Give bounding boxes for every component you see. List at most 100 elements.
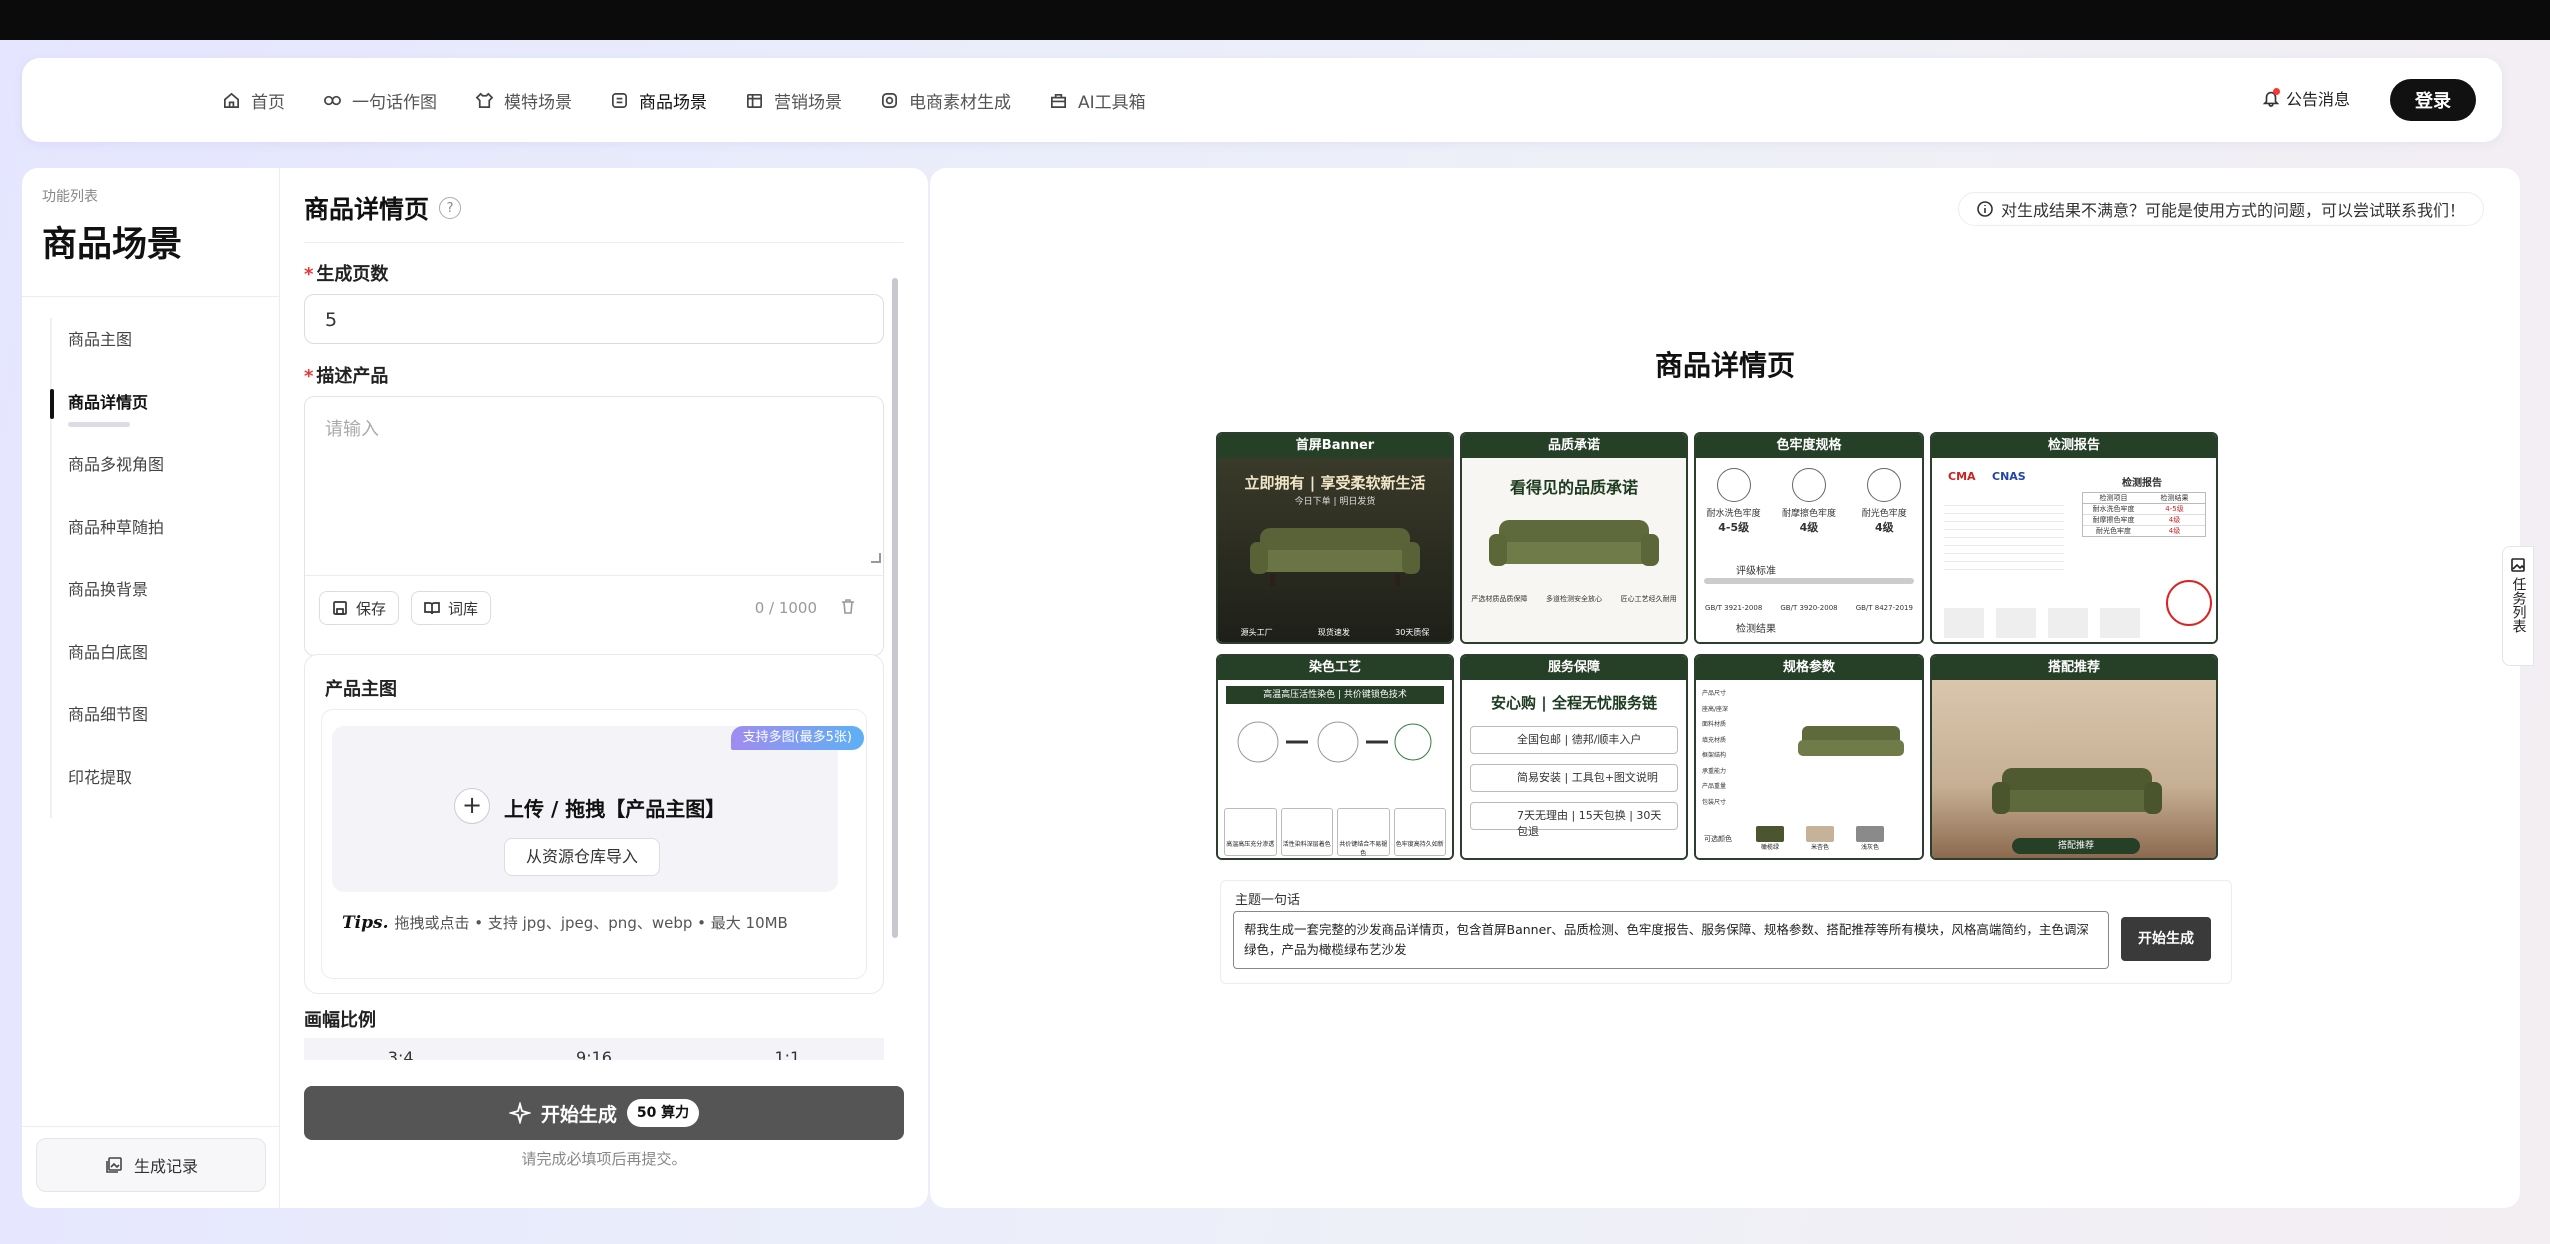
topic-label: 主题一句话 xyxy=(1235,893,1301,908)
result-label: 检测结果 xyxy=(1736,624,1776,635)
fastness-label: 耐水洗色牢度 xyxy=(1706,509,1761,519)
swatch-name: 米杏色 xyxy=(1810,844,1829,851)
required-mark: * xyxy=(304,264,314,285)
nav-item-ecommerce-material[interactable]: 电商素材生成 xyxy=(880,88,1011,113)
tile-image: 产品尺寸 座高/座深 面料材质 填充材质 框架结构 承重能力 产品重量 包装尺寸… xyxy=(1696,680,1922,858)
nav-item-model-scene[interactable]: 模特场景 xyxy=(475,88,572,113)
spec-item: 产品重量 xyxy=(1702,783,1727,790)
lexicon-button[interactable]: 词库 xyxy=(411,591,492,625)
swatch-chip xyxy=(1756,826,1784,842)
divider xyxy=(22,1126,280,1127)
sidebar-item-detail-page[interactable]: 商品详情页 xyxy=(50,381,270,444)
ratio-option[interactable]: 9:16 xyxy=(497,1038,690,1060)
spec-item: 产品尺寸 xyxy=(1702,690,1727,697)
report-cell: 耐水洗色牢度 xyxy=(2092,505,2135,513)
form-scrollbar[interactable] xyxy=(892,260,900,1060)
pages-input[interactable]: 5 xyxy=(304,294,884,344)
power-badge: 50 算力 xyxy=(626,1099,700,1127)
home-icon xyxy=(223,92,240,108)
report-col: 检测结果 xyxy=(2160,494,2189,502)
divider xyxy=(304,242,904,243)
report-text-block xyxy=(1944,498,2064,574)
sidebar-item-change-background[interactable]: 商品换背景 xyxy=(52,568,270,631)
ratio-option[interactable]: 1:1 xyxy=(691,1038,884,1060)
standard: GB/T 8427-2019 xyxy=(1855,604,1913,612)
task-list-tab[interactable]: 任务列表 xyxy=(2502,546,2534,666)
swatch: 米杏色 xyxy=(1806,826,1834,851)
fastness-grade: 4-5级 xyxy=(1718,521,1750,534)
molecule-image xyxy=(1237,721,1432,763)
detail-page-preview[interactable]: 首屏Banner 立即拥有 | 享受柔软新生活 今日下单 | 明日发货 源头工厂… xyxy=(1216,432,2232,860)
desc-textarea[interactable]: 请输入 保存 词库 0 / 1000 xyxy=(304,396,884,656)
sidebar-menu: 商品主图 商品详情页 商品多视角图 商品种草随拍 商品换背景 商品白底图 商品细… xyxy=(50,318,270,818)
rating-bar xyxy=(1704,578,1914,584)
nav-item-label: 首页 xyxy=(251,92,285,113)
topic-box: 主题一句话 帮我生成一套完整的沙发商品详情页，包含首屏Banner、品质检测、色… xyxy=(1220,880,2232,984)
main-image-card: 产品主图 支持多图(最多5张) + 上传 / 拖拽【产品主图】 从资源仓库导入 … xyxy=(304,654,884,994)
nav-item-one-sentence[interactable]: 一句话作图 xyxy=(323,88,437,113)
generate-button[interactable]: 开始生成 50 算力 xyxy=(304,1086,904,1140)
resize-handle[interactable] xyxy=(871,553,881,563)
fastness-grade: 4级 xyxy=(1874,521,1894,534)
import-from-library-button[interactable]: 从资源仓库导入 xyxy=(504,838,660,876)
save-button[interactable]: 保存 xyxy=(319,591,400,625)
sidebar-item-detail-shot[interactable]: 商品细节图 xyxy=(52,693,270,756)
topic-generate-button[interactable]: 开始生成 xyxy=(2121,917,2211,961)
sidebar-item-seeding-snapshot[interactable]: 商品种草随拍 xyxy=(52,506,270,569)
fastness-label: 耐摩擦色牢度 xyxy=(1781,509,1836,519)
scrollbar-thumb[interactable] xyxy=(892,278,898,938)
nav-item-label: 商品场景 xyxy=(639,92,707,113)
report-cell: 4级 xyxy=(2168,516,2181,524)
tile-tags: 源头工厂 现货速发 30天质保 xyxy=(1218,627,1452,638)
feedback-hint[interactable]: 对生成结果不满意？可能是使用方式的问题，可以尝试联系我们！ xyxy=(1957,192,2484,226)
desc-label-text: 描述产品 xyxy=(316,366,389,387)
logo[interactable] xyxy=(46,76,196,124)
desc-label: * 描述产品 xyxy=(304,362,388,388)
sidebar-item-multi-view[interactable]: 商品多视角图 xyxy=(52,443,270,506)
fastness-columns: 耐水洗色牢度 4-5级 耐摩擦色牢度 4级 耐光色牢度 4级 xyxy=(1696,468,1922,535)
preview-title: 商品详情页 xyxy=(1654,349,1795,382)
service-row: 全国包邮 | 德邦/顺丰入户 xyxy=(1470,726,1678,754)
notice-button[interactable]: 公告消息 xyxy=(2262,86,2350,110)
history-button[interactable]: 生成记录 xyxy=(36,1138,266,1192)
topic-textbox[interactable]: 帮我生成一套完整的沙发商品详情页，包含首屏Banner、品质检测、色牢度报告、服… xyxy=(1233,911,2109,969)
window-top-bar xyxy=(0,0,2550,40)
tile-image: 看得见的品质承诺 严选材质品质保障 多道检测安全放心 匠心工艺经久耐用 xyxy=(1462,458,1686,642)
settings-panel: 商品详情页 ? * 生成页数 5 * 描述产品 请输入 保存 词库 0 / 1000… xyxy=(280,168,928,1208)
nav-item-marketing-scene[interactable]: 营销场景 xyxy=(745,88,842,113)
toolbox-icon xyxy=(1050,93,1067,108)
spec-list: 产品尺寸 座高/座深 面料材质 填充材质 框架结构 承重能力 产品重量 包装尺寸 xyxy=(1702,686,1762,810)
trash-icon[interactable] xyxy=(839,597,857,615)
preview-tile-banner: 首屏Banner 立即拥有 | 享受柔软新生活 今日下单 | 明日发货 源头工厂… xyxy=(1216,432,1454,644)
nav-item-label: AI工具箱 xyxy=(1078,92,1146,113)
required-mark: * xyxy=(304,366,314,387)
ratio-option[interactable]: 3:4 xyxy=(304,1038,497,1060)
tile-header: 色牢度规格 xyxy=(1696,434,1922,458)
nav-item-ai-toolbox[interactable]: AI工具箱 xyxy=(1049,88,1146,113)
tile-image: 安心购 | 全程无忧服务链 全国包邮 | 德邦/顺丰入户 简易安装 | 工具包+… xyxy=(1462,680,1686,858)
spec-item: 框架结构 xyxy=(1702,752,1727,759)
spec-item: 承重能力 xyxy=(1702,767,1727,775)
rating-label: 评级标准 xyxy=(1736,566,1776,577)
sidebar-caption: 功能列表 xyxy=(42,189,98,205)
service-headline: 安心购 | 全程无忧服务链 xyxy=(1491,694,1657,712)
tile-tag: 源头工厂 xyxy=(1240,628,1273,637)
plus-icon[interactable]: + xyxy=(454,788,490,824)
upload-dropzone[interactable]: 支持多图(最多5张) + 上传 / 拖拽【产品主图】 从资源仓库导入 xyxy=(332,726,864,892)
sparkle-icon xyxy=(508,1102,531,1124)
login-button[interactable]: 登录 xyxy=(2390,79,2476,121)
nav-item-home[interactable]: 首页 xyxy=(222,88,285,113)
nav-item-product-scene[interactable]: 商品场景 xyxy=(610,88,707,113)
nav-item-label: 一句话作图 xyxy=(352,92,437,113)
sidebar-item-print-extract[interactable]: 印花提取 xyxy=(52,756,270,819)
preview-tile-test-report: 检测报告 CMA CNAS 检测报告 检测项目 检测结果 耐水洗色牢度 4-5级 耐… xyxy=(1930,432,2218,644)
fastness-col: 耐光色牢度 4级 xyxy=(1849,468,1919,535)
help-icon[interactable]: ? xyxy=(439,197,462,219)
sidebar-item-white-background[interactable]: 商品白底图 xyxy=(52,631,270,694)
upload-tips: Tips. 拖拽或点击 • 支持 jpg、jpeg、png、webp • 最大 1… xyxy=(342,912,788,933)
nav-item-label: 模特场景 xyxy=(504,92,572,113)
notice-label: 公告消息 xyxy=(2285,90,2350,109)
report-col: 检测项目 xyxy=(2099,494,2128,502)
report-header-row: 检测项目 检测结果 xyxy=(2083,493,2205,504)
sidebar-item-main-image[interactable]: 商品主图 xyxy=(52,318,270,381)
